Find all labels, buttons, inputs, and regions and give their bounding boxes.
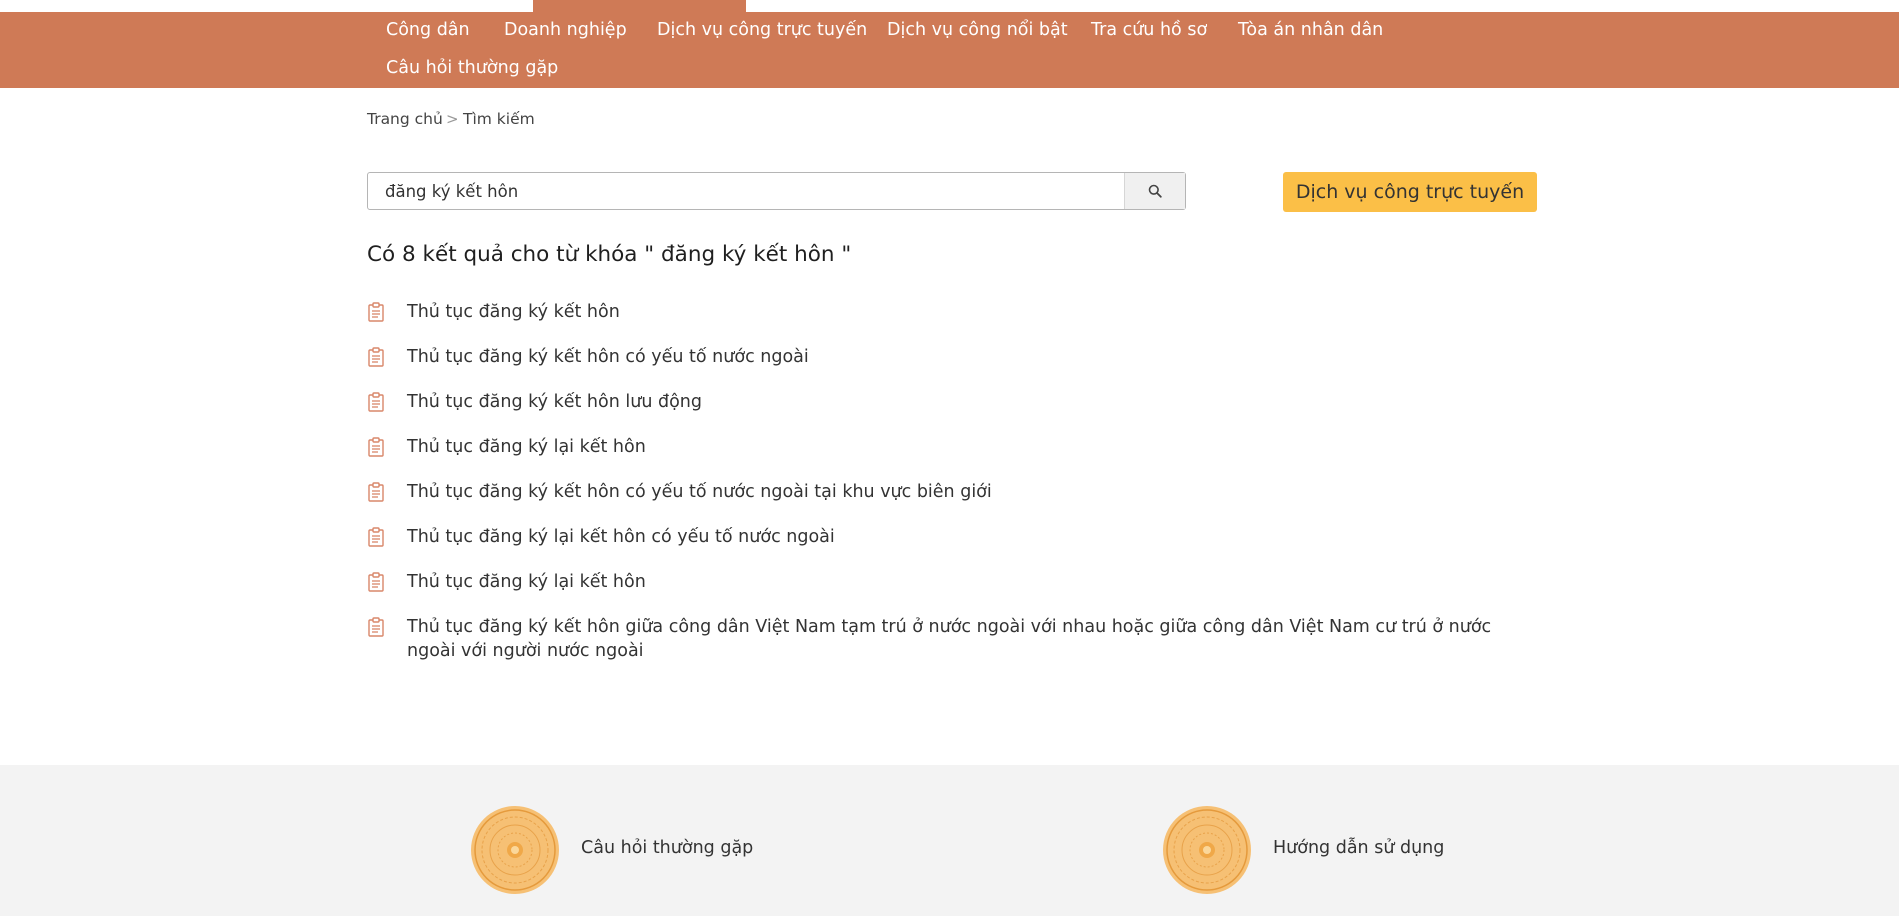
- nav-item-dich-vu-cong-truc-tuyen[interactable]: Dịch vụ công trực tuyến: [657, 20, 867, 40]
- results-heading: Có 8 kết quả cho từ khóa " đăng ký kết h…: [367, 242, 852, 267]
- result-link[interactable]: Thủ tục đăng ký kết hôn lưu động: [407, 390, 1542, 414]
- nav-item-doanh-nghiep[interactable]: Doanh nghiệp: [504, 20, 627, 40]
- emblem-icon: [471, 806, 559, 894]
- document-icon: [368, 347, 384, 367]
- document-icon: [368, 302, 384, 322]
- footer: Câu hỏi thường gặp Hướng dẫn sử dụng: [0, 765, 1899, 916]
- breadcrumb-separator: >: [446, 110, 459, 128]
- breadcrumb-current: Tìm kiếm: [463, 110, 535, 128]
- top-strip: [0, 0, 1899, 12]
- footer-guide-link[interactable]: Hướng dẫn sử dụng: [1273, 838, 1444, 858]
- nav-item-tra-cuu-ho-so[interactable]: Tra cứu hồ sơ: [1091, 20, 1207, 40]
- document-icon: [368, 482, 384, 502]
- search-box: [367, 172, 1186, 210]
- active-top-tab[interactable]: [533, 0, 746, 12]
- document-icon: [368, 617, 384, 637]
- online-service-button[interactable]: Dịch vụ công trực tuyến: [1283, 172, 1537, 212]
- main-nav: Công dân Doanh nghiệp Dịch vụ công trực …: [0, 12, 1899, 88]
- search-input[interactable]: [368, 173, 1126, 209]
- breadcrumb-home[interactable]: Trang chủ: [367, 110, 443, 128]
- result-link[interactable]: Thủ tục đăng ký kết hôn: [407, 300, 1542, 324]
- nav-item-cong-dan[interactable]: Công dân: [386, 20, 470, 40]
- search-button[interactable]: [1124, 173, 1185, 209]
- document-icon: [368, 527, 384, 547]
- result-link[interactable]: Thủ tục đăng ký lại kết hôn: [407, 435, 1542, 459]
- result-link[interactable]: Thủ tục đăng ký lại kết hôn có yếu tố nư…: [407, 525, 1542, 549]
- result-link[interactable]: Thủ tục đăng ký kết hôn giữa công dân Vi…: [407, 615, 1542, 663]
- footer-faq-link[interactable]: Câu hỏi thường gặp: [581, 838, 753, 858]
- search-icon: [1148, 184, 1162, 198]
- result-link[interactable]: Thủ tục đăng ký kết hôn có yếu tố nước n…: [407, 480, 1542, 504]
- document-icon: [368, 392, 384, 412]
- nav-item-toa-an-nhan-dan[interactable]: Tòa án nhân dân: [1238, 20, 1383, 40]
- document-icon: [368, 437, 384, 457]
- emblem-icon: [1163, 806, 1251, 894]
- result-link[interactable]: Thủ tục đăng ký kết hôn có yếu tố nước n…: [407, 345, 1542, 369]
- document-icon: [368, 572, 384, 592]
- nav-item-dich-vu-cong-noi-bat[interactable]: Dịch vụ công nổi bật: [887, 20, 1068, 40]
- nav-item-cau-hoi-thuong-gap[interactable]: Câu hỏi thường gặp: [386, 58, 558, 78]
- result-link[interactable]: Thủ tục đăng ký lại kết hôn: [407, 570, 1542, 594]
